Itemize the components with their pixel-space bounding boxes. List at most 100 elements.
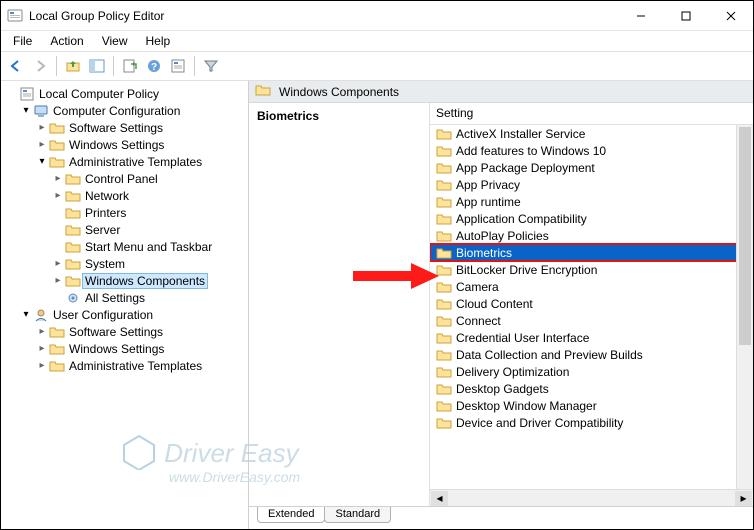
tree-item-start-menu[interactable]: Start Menu and Taskbar	[3, 238, 246, 255]
tab-standard[interactable]: Standard	[324, 507, 391, 523]
nav-back-button[interactable]	[5, 55, 27, 77]
folder-icon	[436, 330, 452, 346]
setting-item[interactable]: App Privacy	[430, 176, 753, 193]
tree-item-windows-components[interactable]: ▸ Windows Components	[3, 272, 246, 289]
tree-label: Administrative Templates	[69, 359, 202, 373]
setting-item[interactable]: Camera	[430, 278, 753, 295]
setting-item[interactable]: Data Collection and Preview Builds	[430, 346, 753, 363]
tree-item-u-admin-templates[interactable]: ▸ Administrative Templates	[3, 357, 246, 374]
setting-label: Add features to Windows 10	[456, 144, 606, 158]
tree-item-u-software-settings[interactable]: ▸ Software Settings	[3, 323, 246, 340]
navigation-tree[interactable]: Local Computer Policy ▾ Computer Configu…	[1, 81, 249, 529]
minimize-button[interactable]	[618, 1, 663, 30]
chevron-down-icon[interactable]: ▾	[35, 156, 49, 167]
horizontal-scrollbar[interactable]: ◂ ▸	[430, 489, 753, 506]
scrollbar-thumb[interactable]	[739, 127, 751, 345]
user-icon	[33, 307, 49, 323]
setting-label: Data Collection and Preview Builds	[456, 348, 643, 362]
tree-item-windows-settings[interactable]: ▸ Windows Settings	[3, 136, 246, 153]
close-button[interactable]	[708, 1, 753, 30]
tree-item-system[interactable]: ▸ System	[3, 255, 246, 272]
tree-item-control-panel[interactable]: ▸ Control Panel	[3, 170, 246, 187]
folder-icon	[436, 415, 452, 431]
up-one-level-button[interactable]	[62, 55, 84, 77]
nav-forward-button[interactable]	[29, 55, 51, 77]
chevron-right-icon[interactable]: ▸	[35, 122, 49, 133]
setting-item[interactable]: Cloud Content	[430, 295, 753, 312]
folder-banner: Windows Components	[249, 81, 753, 103]
folder-icon	[436, 364, 452, 380]
settings-list[interactable]: ActiveX Installer Service Add features to…	[430, 125, 753, 506]
folder-icon	[65, 273, 81, 289]
tab-extended[interactable]: Extended	[257, 507, 325, 523]
tree-label: All Settings	[85, 291, 145, 305]
chevron-right-icon[interactable]: ▸	[51, 258, 65, 269]
chevron-down-icon[interactable]: ▾	[19, 309, 33, 320]
tree-item-computer-configuration[interactable]: ▾ Computer Configuration	[3, 102, 246, 119]
scroll-right-icon[interactable]: ▸	[735, 491, 752, 506]
show-hide-console-tree-button[interactable]	[86, 55, 108, 77]
chevron-right-icon[interactable]: ▸	[51, 173, 65, 184]
window-title: Local Group Policy Editor	[29, 9, 618, 23]
menu-help[interactable]: Help	[138, 32, 179, 50]
folder-icon	[436, 194, 452, 210]
tree-item-root[interactable]: Local Computer Policy	[3, 85, 246, 102]
menu-action[interactable]: Action	[42, 32, 91, 50]
tree-item-printers[interactable]: Printers	[3, 204, 246, 221]
setting-item[interactable]: Connect	[430, 312, 753, 329]
setting-label: Desktop Gadgets	[456, 382, 549, 396]
scroll-left-icon[interactable]: ◂	[431, 491, 448, 506]
tree-item-network[interactable]: ▸ Network	[3, 187, 246, 204]
menu-view[interactable]: View	[94, 32, 136, 50]
menu-file[interactable]: File	[5, 32, 40, 50]
chevron-right-icon[interactable]: ▸	[35, 360, 49, 371]
chevron-right-icon[interactable]: ▸	[51, 275, 65, 286]
setting-item[interactable]: ActiveX Installer Service	[430, 125, 753, 142]
chevron-down-icon[interactable]: ▾	[19, 105, 33, 116]
setting-item[interactable]: Delivery Optimization	[430, 363, 753, 380]
filter-button[interactable]	[200, 55, 222, 77]
tree-item-u-windows-settings[interactable]: ▸ Windows Settings	[3, 340, 246, 357]
tree-label: Computer Configuration	[53, 104, 180, 118]
setting-item[interactable]: Device and Driver Compatibility	[430, 414, 753, 431]
export-list-button[interactable]	[119, 55, 141, 77]
folder-icon	[65, 256, 81, 272]
folder-icon	[436, 245, 452, 261]
column-header-setting[interactable]: Setting	[430, 103, 753, 125]
tree-label: Server	[85, 223, 120, 237]
setting-item[interactable]: Add features to Windows 10	[430, 142, 753, 159]
tree-label: Software Settings	[69, 325, 163, 339]
folder-icon	[49, 324, 65, 340]
tree-item-server[interactable]: Server	[3, 221, 246, 238]
tree-item-all-settings[interactable]: All Settings	[3, 289, 246, 306]
app-icon	[7, 8, 23, 24]
chevron-right-icon[interactable]: ▸	[35, 139, 49, 150]
chevron-right-icon[interactable]: ▸	[51, 190, 65, 201]
setting-label: Biometrics	[456, 246, 512, 260]
tree-item-software-settings[interactable]: ▸ Software Settings	[3, 119, 246, 136]
setting-item[interactable]: Credential User Interface	[430, 329, 753, 346]
vertical-scrollbar[interactable]	[736, 125, 753, 489]
properties-button[interactable]	[167, 55, 189, 77]
setting-item[interactable]: Desktop Gadgets	[430, 380, 753, 397]
setting-item[interactable]: App Package Deployment	[430, 159, 753, 176]
setting-item[interactable]: Application Compatibility	[430, 210, 753, 227]
description-column: Biometrics	[249, 103, 429, 506]
tree-item-admin-templates[interactable]: ▾ Administrative Templates	[3, 153, 246, 170]
setting-label: Device and Driver Compatibility	[456, 416, 623, 430]
folder-icon	[65, 205, 81, 221]
chevron-right-icon[interactable]: ▸	[35, 326, 49, 337]
folder-icon	[436, 296, 452, 312]
setting-item[interactable]: BitLocker Drive Encryption	[430, 261, 753, 278]
tree-item-user-configuration[interactable]: ▾ User Configuration	[3, 306, 246, 323]
folder-icon	[436, 398, 452, 414]
chevron-right-icon[interactable]: ▸	[35, 343, 49, 354]
maximize-button[interactable]	[663, 1, 708, 30]
setting-item[interactable]: Biometrics	[430, 244, 747, 261]
help-button[interactable]: ?	[143, 55, 165, 77]
main-area: Local Computer Policy ▾ Computer Configu…	[1, 81, 753, 529]
setting-item[interactable]: AutoPlay Policies	[430, 227, 753, 244]
setting-item[interactable]: Desktop Window Manager	[430, 397, 753, 414]
setting-item[interactable]: App runtime	[430, 193, 753, 210]
setting-label: AutoPlay Policies	[456, 229, 549, 243]
